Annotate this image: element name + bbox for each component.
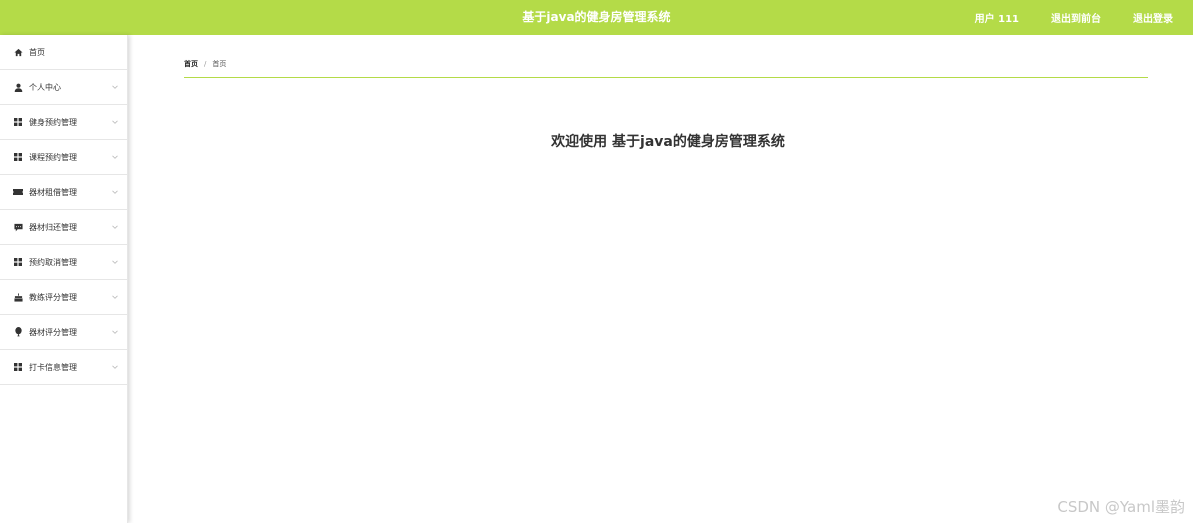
chevron-down-icon [112,85,118,89]
sidebar-item-equipment-return[interactable]: 器材归还管理 [0,210,127,245]
sidebar-item-label: 器材归还管理 [29,222,77,232]
sidebar-item-label: 个人中心 [29,82,61,92]
chevron-down-icon [112,365,118,369]
sidebar-item-label: 打卡信息管理 [29,362,77,372]
grid-icon [13,257,23,267]
sidebar-item-label: 教练评分管理 [29,292,77,302]
back-to-frontend-link[interactable]: 退出到前台 [1051,10,1101,25]
sidebar-item-label: 课程预约管理 [29,152,77,162]
sidebar-item-personal-center[interactable]: 个人中心 [0,70,127,105]
top-bar: 基于java的健身房管理系统 用户 111 退出到前台 退出登录 [0,0,1193,35]
chevron-down-icon [112,120,118,124]
breadcrumb: 首页 / 首页 [184,59,226,69]
sidebar-item-label: 健身预约管理 [29,117,77,127]
sidebar-item-equipment-rental[interactable]: 器材租借管理 [0,175,127,210]
chevron-down-icon [112,225,118,229]
chevron-down-icon [112,155,118,159]
breadcrumb-home[interactable]: 首页 [184,59,198,69]
user-icon [13,82,23,92]
user-label[interactable]: 用户 111 [975,10,1019,25]
chevron-down-icon [112,295,118,299]
welcome-heading: 欢迎使用 基于java的健身房管理系统 [551,134,785,150]
breadcrumb-divider [184,77,1148,78]
sidebar-item-label: 器材评分管理 [29,327,77,337]
sidebar-item-label: 器材租借管理 [29,187,77,197]
sidebar-item-label: 预约取消管理 [29,257,77,267]
grid-icon [13,117,23,127]
cake-icon [13,292,23,302]
sidebar-item-label: 首页 [29,47,45,57]
sidebar-item-checkin-info[interactable]: 打卡信息管理 [0,350,127,385]
main-content: 首页 / 首页 欢迎使用 基于java的健身房管理系统 [128,35,1193,523]
breadcrumb-current: 首页 [212,60,227,68]
breadcrumb-separator: / [204,60,207,68]
sidebar-item-fitness-booking[interactable]: 健身预约管理 [0,105,127,140]
chevron-down-icon [112,260,118,264]
ticket-icon [13,187,23,197]
grid-icon [13,152,23,162]
sidebar-item-booking-cancel[interactable]: 预约取消管理 [0,245,127,280]
sidebar-item-home[interactable]: 首页 [0,35,127,70]
logout-link[interactable]: 退出登录 [1133,10,1173,25]
watermark: CSDN @Yaml墨韵 [1057,498,1185,516]
sidebar-item-course-booking[interactable]: 课程预约管理 [0,140,127,175]
top-bar-actions: 用户 111 退出到前台 退出登录 [975,0,1193,35]
chevron-down-icon [112,330,118,334]
balloon-icon [13,327,23,337]
message-icon [13,222,23,232]
grid-icon [13,362,23,372]
sidebar-item-equipment-rating[interactable]: 器材评分管理 [0,315,127,350]
home-icon [13,47,23,57]
sidebar-item-coach-rating[interactable]: 教练评分管理 [0,280,127,315]
sidebar: 首页 个人中心 健身预约管理 课程预约管理 器材租借管理 器材归还管理 预约取消… [0,35,128,523]
chevron-down-icon [112,190,118,194]
